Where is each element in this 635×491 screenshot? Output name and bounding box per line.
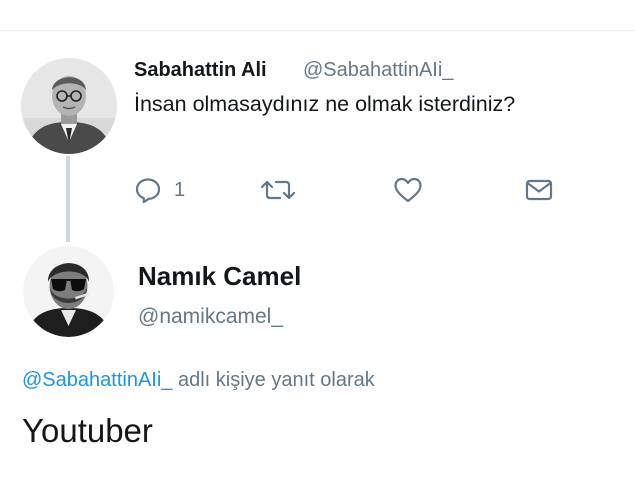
author-name[interactable]: Namık Camel — [138, 261, 301, 292]
reply-button[interactable]: 1 — [134, 175, 185, 205]
author-name[interactable]: Sabahattin Ali — [134, 59, 267, 82]
tweet-thread: Sabahattin Ali @SabahattinAIi_ İnsan olm… — [0, 0, 635, 491]
retweet-button[interactable] — [260, 175, 296, 205]
author-handle[interactable]: @SabahattinAIi_ — [303, 59, 453, 82]
avatar-portrait-image — [21, 58, 117, 154]
like-button[interactable] — [393, 175, 423, 205]
avatar-sabahattin-ali[interactable] — [21, 58, 117, 154]
reply-icon — [134, 176, 162, 204]
reply-context: @SabahattinAIi_ adlı kişiye yanıt olarak — [22, 369, 375, 392]
tweet-text: Youtuber — [22, 412, 153, 449]
direct-message-button[interactable] — [524, 175, 554, 205]
tweet-text: İnsan olmasaydınız ne olmak isterdiniz? — [134, 92, 516, 116]
reply-count: 1 — [174, 178, 186, 201]
thread-connector-line — [66, 156, 70, 242]
author-handle[interactable]: @namikcamel_ — [138, 305, 283, 329]
avatar-portrait-image — [23, 246, 114, 337]
reply-context-text: adlı kişiye yanıt olarak — [172, 369, 375, 391]
divider — [0, 30, 635, 31]
reply-mention-link[interactable]: @SabahattinAIi_ — [22, 369, 172, 391]
direct-message-icon — [524, 176, 554, 204]
retweet-icon — [260, 176, 296, 204]
like-icon — [393, 176, 423, 204]
avatar-namik-camel[interactable] — [23, 246, 114, 337]
